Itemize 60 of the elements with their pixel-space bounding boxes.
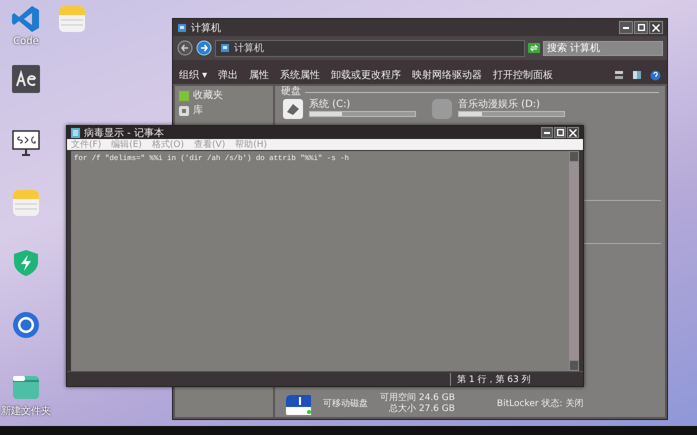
bitlocker-status: BitLocker 状态: 关闭 [496,398,584,410]
maximize-icon [556,129,564,136]
drive-item[interactable]: 可移动磁盘 可用空间 24.6 GB 总大小 27.6 GB BitLocker 状态: 关闭 [275,391,665,417]
drive-name: 系统 (C:) [309,99,352,110]
drive-name: 音乐动漫娱乐 (D:) [458,99,542,110]
forward-button[interactable] [196,40,212,56]
hard-drive-icon [432,99,452,119]
close-icon [652,24,660,32]
menu-item[interactable]: 文件(F) [71,138,102,151]
toolbar-button[interactable]: 属性 [249,68,270,82]
toolbar-button[interactable]: 打开控制面板 [493,68,554,82]
window-icon [177,22,187,32]
monitor-icon[interactable] [11,128,41,158]
free-space-text: 可用空间 24.6 GB [380,393,455,404]
maximize-icon [638,24,644,31]
close-icon [569,128,577,136]
toolbar-button[interactable]: 弹出 [218,68,238,82]
sidebar-item[interactable]: 收藏夹 [179,90,223,101]
minimize-button[interactable] [619,21,633,34]
drive-name: 可移动磁盘 [323,398,368,410]
toolbar-button[interactable]: 组织 ▾ [179,68,208,82]
address-bar[interactable]: 计算机 [215,40,525,56]
back-button[interactable] [177,40,193,56]
maximize-button[interactable] [554,127,566,138]
toolbar-button[interactable]: 卸载或更改程序 [331,68,402,82]
notepad-icon [71,128,80,138]
menu-item[interactable]: 编辑(E) [111,138,142,151]
toolbar-button[interactable]: 映射网络驱动器 [412,68,482,82]
menu-item[interactable]: 帮助(H) [235,138,268,151]
address-text: 计算机 [234,42,264,55]
section-header[interactable]: 硬盘 [281,86,301,98]
browser-icon[interactable] [11,310,41,340]
minimize-icon [623,26,629,28]
cursor-position: 第 1 行，第 63 列 [450,372,531,386]
window-title: 计算机 [191,22,221,34]
view-options-icon[interactable] [614,70,624,80]
icon-label: Code [13,36,39,47]
search-field[interactable]: 搜索 计算机 [543,40,663,56]
window-title: 病毒显示 - 记事本 [84,126,164,140]
minimize-icon [544,132,550,134]
ae-app-icon[interactable] [11,64,41,94]
drive-item[interactable]: 音乐动漫娱乐 (D:) [432,99,565,119]
preview-pane-icon[interactable] [632,70,642,80]
toolbar-button[interactable]: 系统属性 [280,68,320,82]
close-button[interactable] [649,21,663,34]
usb-drive-icon [285,394,311,414]
total-size-text: 总大小 27.6 GB [389,404,455,415]
minimize-button[interactable] [541,127,553,138]
code-editor-icon[interactable] [11,4,41,34]
shield-icon[interactable] [11,248,41,278]
drive-item[interactable]: 系统 (C:) [283,99,416,119]
refresh-button[interactable] [528,43,540,53]
menu-item[interactable]: 查看(V) [194,138,226,151]
maximize-button[interactable] [634,21,648,34]
help-icon[interactable] [650,70,661,80]
icon-label: 新建文件夹 [1,404,51,418]
menu-item[interactable]: 格式(O) [152,138,184,151]
sidebar-item[interactable]: 库 [179,105,203,116]
computer-icon [220,43,230,53]
close-button[interactable] [567,127,579,138]
